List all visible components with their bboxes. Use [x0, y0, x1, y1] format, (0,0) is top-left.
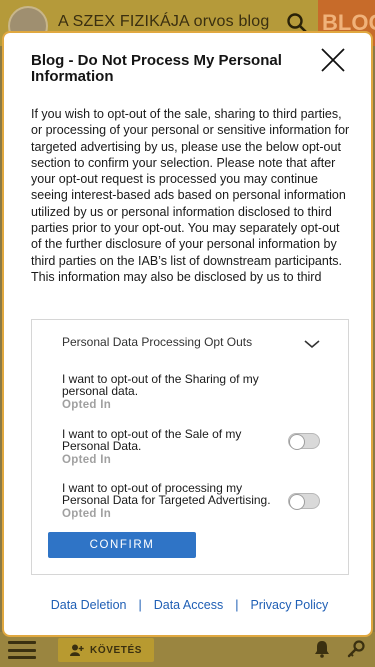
follow-button[interactable]: KÖVETÉS	[58, 638, 154, 662]
option-sharing: I want to opt-out of the Sharing of my p…	[62, 372, 272, 411]
bottom-bar: KÖVETÉS	[0, 632, 375, 667]
toggle-sale[interactable]	[288, 433, 320, 450]
menu-icon[interactable]	[8, 641, 36, 659]
option-targeted-advertising: I want to opt-out of processing my Perso…	[62, 481, 272, 520]
section-title[interactable]: Personal Data Processing Opt Outs	[62, 336, 262, 348]
footer-links: Data Deletion | Data Access | Privacy Po…	[4, 598, 371, 612]
opt-out-dialog: Blog - Do Not Process My Personal Inform…	[2, 31, 373, 637]
confirm-button[interactable]: CONFIRM	[48, 532, 196, 558]
follow-label: KÖVETÉS	[90, 644, 142, 656]
scroll-fade	[32, 516, 348, 528]
key-icon[interactable]	[347, 640, 365, 658]
data-access-link[interactable]: Data Access	[154, 598, 223, 612]
site-title[interactable]: A SZEX FIZIKÁJA orvos blog	[58, 13, 270, 31]
link-separator: |	[138, 598, 142, 612]
option-sale: I want to opt-out of the Sale of my Pers…	[62, 427, 272, 466]
toggle-targeted-advertising[interactable]	[288, 493, 320, 510]
close-icon[interactable]	[318, 45, 348, 75]
link-separator: |	[235, 598, 239, 612]
data-deletion-link[interactable]: Data Deletion	[51, 598, 127, 612]
option-label: I want to opt-out of the Sale of my Pers…	[62, 427, 242, 453]
user-add-icon	[70, 644, 84, 656]
bell-icon[interactable]	[313, 640, 331, 658]
option-label: I want to opt-out of the Sharing of my p…	[62, 372, 259, 398]
option-label: I want to opt-out of processing my Perso…	[62, 481, 271, 507]
option-status: Opted In	[62, 454, 112, 466]
chevron-down-icon[interactable]	[302, 338, 322, 350]
option-status: Opted In	[62, 399, 112, 411]
dialog-description: If you wish to opt-out of the sale, shar…	[31, 107, 350, 284]
privacy-policy-link[interactable]: Privacy Policy	[250, 598, 328, 612]
preferences-panel: Personal Data Processing Opt Outs I want…	[31, 319, 349, 575]
dialog-title: Blog - Do Not Process My Personal Inform…	[31, 52, 282, 85]
